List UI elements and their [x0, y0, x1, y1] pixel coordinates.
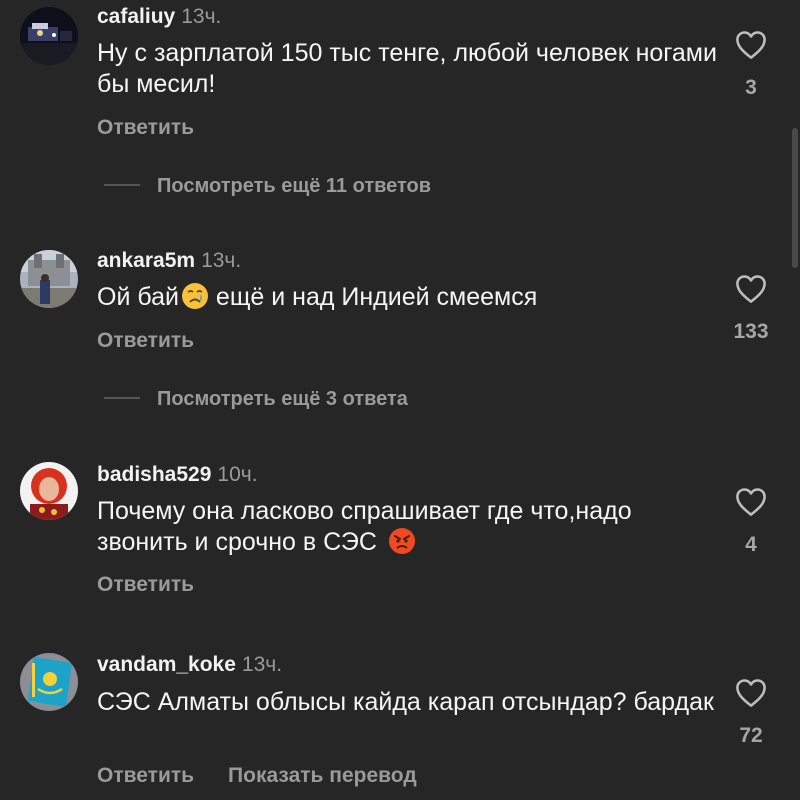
comments-screen: cafaliuy 13ч. Ну с зарплатой 150 тыс тенг… [0, 0, 800, 800]
scrollbar[interactable] [792, 128, 798, 268]
view-more-replies-label: Посмотреть ещё 11 ответов [157, 175, 432, 197]
heart-icon[interactable] [735, 487, 767, 517]
comment-actions: Ответить Показать перевод [97, 763, 417, 789]
comment-actions: Ответить [97, 572, 194, 598]
avatar[interactable] [20, 462, 78, 520]
avatar[interactable] [20, 653, 78, 711]
like-count: 72 [739, 724, 763, 747]
like-control: 3 [728, 30, 774, 100]
timestamp: 13ч. [241, 653, 283, 676]
avatar[interactable] [20, 250, 78, 308]
reply-button[interactable]: Ответить [97, 116, 194, 139]
username[interactable]: badisha529 [97, 463, 211, 486]
reply-button[interactable]: Ответить [97, 329, 194, 352]
timestamp: 13ч. [201, 249, 242, 272]
crying-face-emoji [181, 282, 209, 310]
comment-text: Ой бай ещё и над Индией смеемся [97, 282, 717, 313]
heart-icon[interactable] [735, 678, 767, 708]
timestamp: 13ч. [181, 5, 222, 28]
like-count: 133 [733, 320, 769, 343]
divider-line [104, 184, 140, 187]
divider-line [104, 397, 140, 400]
comment-text: Ну с зарплатой 150 тыс тенге, любой чело… [97, 39, 717, 98]
angry-face-emoji [388, 527, 416, 555]
view-more-replies[interactable]: Посмотреть ещё 11 ответов [104, 173, 431, 199]
comment-meta: badisha529 10ч. [97, 462, 258, 488]
like-control: 4 [728, 487, 774, 557]
heart-icon[interactable] [735, 274, 767, 304]
comment-text-part: ещё и над Индией смеемся [208, 283, 538, 311]
username[interactable]: vandam_koke [97, 653, 236, 676]
view-more-replies-label: Посмотреть ещё 3 ответа [157, 388, 408, 410]
comment-text: Почему она ласково спрашивает где что,на… [97, 496, 717, 558]
comment-actions: Ответить [97, 328, 194, 354]
avatar[interactable] [20, 7, 78, 65]
comment-meta: ankara5m 13ч. [97, 248, 241, 274]
username[interactable]: ankara5m [97, 249, 195, 272]
comment-text: СЭС Алматы облысы кайда карап отсындар? … [97, 688, 714, 716]
reply-button[interactable]: Ответить [97, 764, 194, 787]
view-more-replies[interactable]: Посмотреть ещё 3 ответа [104, 386, 408, 412]
comment-meta: vandam_koke 13ч. [97, 652, 282, 678]
comment-meta: cafaliuy 13ч. [97, 4, 221, 30]
like-count: 4 [745, 533, 757, 556]
like-count: 3 [745, 76, 757, 99]
like-control: 72 [728, 678, 774, 748]
comment-actions: Ответить [97, 115, 194, 141]
comment-text-part: Ой бай [97, 283, 179, 311]
reply-button[interactable]: Ответить [97, 573, 194, 596]
comment-text-part: Почему она ласково спрашивает где что,на… [97, 497, 632, 556]
show-translation-button[interactable]: Показать перевод [228, 764, 417, 787]
like-control: 133 [728, 274, 774, 344]
username[interactable]: cafaliuy [97, 5, 175, 28]
heart-icon[interactable] [735, 30, 767, 60]
timestamp: 10ч. [217, 463, 258, 486]
